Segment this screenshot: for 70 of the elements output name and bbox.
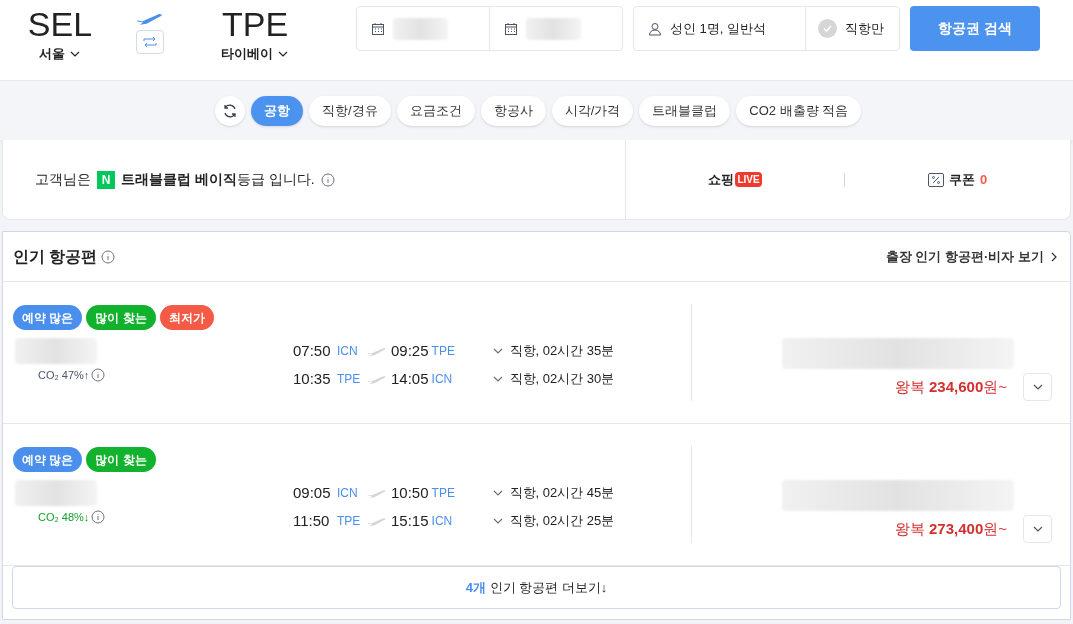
direct-only-checkbox[interactable]: 직항만	[806, 7, 899, 50]
flight-tag: 예약 많은	[13, 305, 83, 330]
person-icon	[648, 21, 662, 36]
info-icon	[101, 249, 116, 264]
airport-code: TPE	[337, 371, 362, 388]
airport-code: TPE	[431, 485, 456, 502]
airport-code: ICN	[337, 343, 359, 360]
reset-button[interactable]	[215, 95, 245, 126]
swap-button[interactable]	[136, 30, 164, 54]
arrival-time: 14:05	[391, 368, 429, 389]
filter-chip[interactable]: 트래블클럽	[639, 95, 731, 126]
info-icon	[91, 368, 106, 383]
redacted-block	[393, 17, 448, 40]
plane-icon	[367, 515, 387, 527]
percent-icon	[927, 172, 944, 187]
filter-chip[interactable]: 직항/경유	[309, 95, 391, 126]
swap-icon	[142, 35, 158, 49]
filter-chip[interactable]: 항공사	[480, 95, 546, 126]
filter-chip[interactable]: 시각/가격	[551, 95, 634, 126]
airport-code: TPE	[337, 513, 362, 530]
filter-chip[interactable]: 요금조건	[396, 95, 475, 126]
flight-tag: 많이 찾는	[86, 305, 156, 330]
origin-code: SEL	[27, 6, 93, 42]
co2-indicator: CO₂ 48%↓	[38, 510, 90, 525]
flight-tag: 예약 많은	[13, 447, 83, 472]
departure-time: 11:50	[293, 510, 331, 531]
co2-indicator: CO₂ 47%↑	[38, 368, 90, 383]
filter-chip[interactable]: CO2 배출량 적음	[736, 95, 862, 126]
departure-time: 09:05	[293, 482, 332, 503]
arrival-time: 15:15	[391, 510, 429, 531]
refresh-icon	[222, 102, 238, 119]
shopping-live-link[interactable]: 쇼핑 LIVE	[626, 169, 844, 190]
info-icon	[320, 172, 335, 187]
flight-info: 직항, 02시간 45분	[509, 484, 615, 503]
departure-time: 07:50	[293, 340, 332, 361]
expand-button[interactable]	[1023, 515, 1052, 543]
check-icon	[818, 19, 837, 38]
business-flights-link[interactable]: 출장 인기 항공편·비자 보기	[885, 246, 1060, 267]
destination-code: TPE	[221, 6, 289, 42]
section-title: 인기 항공편	[13, 246, 98, 267]
plane-icon	[367, 345, 387, 357]
origin-city-dropdown[interactable]: 서울	[39, 44, 81, 64]
destination-city-dropdown[interactable]: 타이베이	[221, 44, 289, 64]
airport-code: ICN	[431, 371, 454, 388]
more-flights-button[interactable]: 4개 인기 항공편 더보기↓	[12, 566, 1061, 609]
flight-tag: 최저가	[159, 305, 214, 330]
flight-tag: 많이 찾는	[86, 447, 156, 472]
airport-code: TPE	[431, 343, 456, 360]
flight-info: 직항, 02시간 30분	[509, 370, 615, 389]
plane-icon	[367, 373, 387, 385]
flight-info: 직항, 02시간 35분	[509, 342, 615, 361]
passenger-selector[interactable]: 성인 1명, 일반석	[634, 7, 806, 50]
flight-info: 직항, 02시간 25분	[509, 512, 615, 531]
round-trip-price: 왕복 273,400원~	[894, 518, 1007, 539]
arrival-time: 10:50	[391, 482, 429, 503]
redacted-block	[526, 17, 581, 40]
calendar-icon	[371, 21, 385, 36]
round-trip-price: 왕복 234,600원~	[894, 376, 1007, 397]
plane-icon	[367, 487, 387, 499]
club-logo: N	[97, 170, 115, 189]
info-icon	[91, 510, 106, 525]
departure-time: 10:35	[293, 368, 332, 389]
membership-grade-text: 트래블클럽 베이직등급 입니다.	[121, 170, 315, 189]
expand-button[interactable]	[1023, 373, 1052, 401]
airport-code: ICN	[337, 485, 359, 502]
arrival-time: 09:25	[391, 340, 429, 361]
coupon-link[interactable]: 쿠폰 0	[845, 169, 1070, 190]
calendar-icon	[504, 21, 518, 36]
membership-text: 고객님은	[35, 170, 91, 189]
airport-code: ICN	[431, 513, 454, 530]
